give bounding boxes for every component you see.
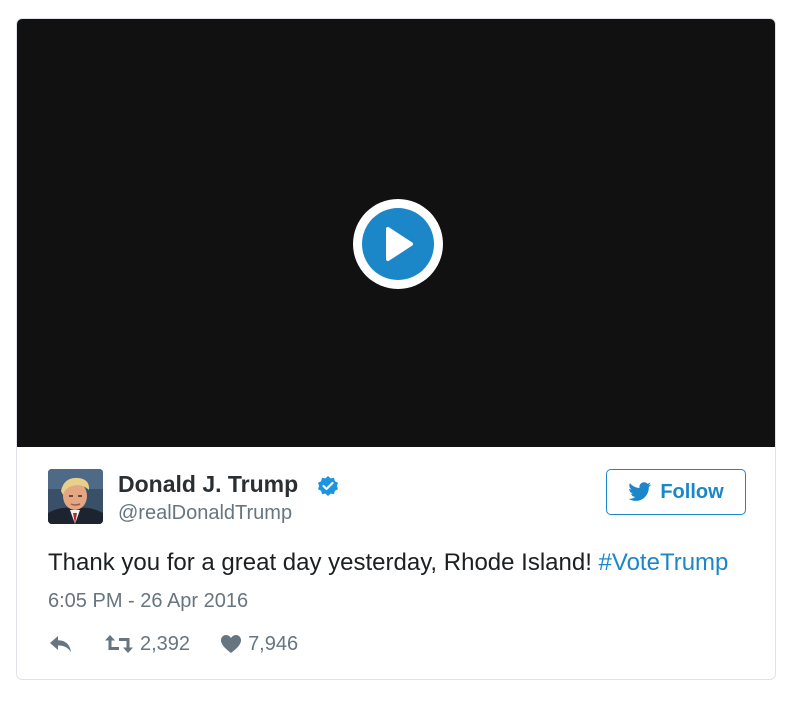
video-player[interactable]	[17, 19, 775, 447]
heart-icon	[220, 634, 242, 654]
author-name[interactable]: Donald J. Trump	[118, 471, 298, 498]
twitter-bird-icon	[628, 482, 652, 502]
tweet-timestamp[interactable]: 6:05 PM - 26 Apr 2016	[48, 590, 248, 613]
like-count: 7,946	[248, 632, 299, 655]
reply-button[interactable]	[48, 633, 74, 655]
tweet-card: Donald J. Trump @realDonaldTrump Follow …	[16, 18, 776, 680]
follow-button[interactable]: Follow	[606, 469, 746, 515]
play-button[interactable]	[353, 199, 443, 289]
verified-badge-icon	[316, 474, 340, 503]
retweet-button[interactable]: 2,392	[104, 633, 190, 656]
like-button[interactable]: 7,946	[220, 633, 298, 656]
play-icon	[362, 208, 434, 280]
tweet-actions: 2,392 7,946	[48, 629, 298, 659]
hashtag-link[interactable]: #VoteTrump	[599, 549, 729, 576]
avatar[interactable]	[48, 469, 103, 524]
retweet-count: 2,392	[140, 632, 191, 655]
author-handle[interactable]: @realDonaldTrump	[118, 502, 292, 525]
tweet-body: Thank you for a great day yesterday, Rho…	[48, 549, 599, 576]
retweet-icon	[104, 633, 134, 655]
follow-label: Follow	[660, 480, 724, 503]
tweet-text: Thank you for a great day yesterday, Rho…	[48, 549, 728, 577]
reply-icon	[48, 633, 74, 655]
